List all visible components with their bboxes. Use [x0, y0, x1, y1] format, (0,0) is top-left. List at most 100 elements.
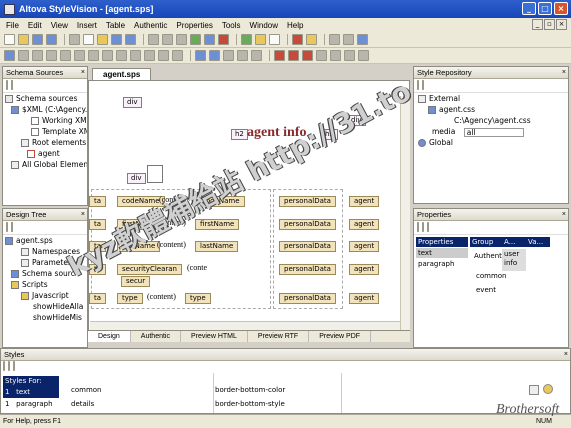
pilcrow-icon[interactable]: [176, 34, 187, 45]
add-source-icon[interactable]: [6, 80, 8, 90]
template-icon[interactable]: [190, 34, 201, 45]
type-end-tag[interactable]: type: [185, 293, 211, 304]
close-icon[interactable]: ×: [562, 67, 566, 78]
agent-tag[interactable]: agent: [349, 219, 380, 230]
menu-properties[interactable]: Properties: [176, 21, 212, 30]
grid-icon[interactable]: [18, 50, 29, 61]
agent-tag[interactable]: agent: [349, 196, 380, 207]
vertical-scrollbar[interactable]: [400, 96, 410, 330]
tree-item-agent-css[interactable]: agent.css: [418, 104, 568, 115]
group-common[interactable]: common: [474, 271, 507, 281]
tree-item-javascript[interactable]: Javascript: [5, 290, 87, 301]
stop-icon[interactable]: [218, 34, 229, 45]
table-icon[interactable]: [4, 50, 15, 61]
tree-item-function-1[interactable]: showHideAlla: [5, 301, 87, 312]
styles-target-paragraph[interactable]: 1 paragraph: [3, 399, 59, 410]
menu-file[interactable]: File: [6, 21, 19, 30]
tab-preview-rtf[interactable]: Preview RTF: [248, 331, 310, 342]
tree-item-global-elements[interactable]: All Global Elements: [5, 159, 87, 170]
join-cell-icon[interactable]: [116, 50, 127, 61]
copy-icon[interactable]: [83, 34, 94, 45]
tab-preview-html[interactable]: Preview HTML: [181, 331, 248, 342]
property-item-paragraph[interactable]: paragraph: [416, 259, 468, 269]
tree-item-external[interactable]: External: [418, 93, 568, 104]
sort-icon[interactable]: [422, 222, 424, 232]
split-cell-icon[interactable]: [130, 50, 141, 61]
close-icon[interactable]: ×: [562, 209, 566, 220]
markup-none-icon[interactable]: [316, 50, 327, 61]
close-icon[interactable]: ×: [81, 209, 85, 220]
tab-preview-pdf[interactable]: Preview PDF: [309, 331, 372, 342]
add-icon[interactable]: [6, 222, 8, 232]
insert-col-icon[interactable]: [46, 50, 57, 61]
markup-mixed-icon[interactable]: [302, 50, 313, 61]
markup-icon[interactable]: [274, 50, 285, 61]
align-middle-icon[interactable]: [158, 50, 169, 61]
media-select[interactable]: all: [463, 127, 524, 137]
save-all-icon[interactable]: [46, 34, 57, 45]
remove-source-icon[interactable]: [11, 80, 13, 90]
save-icon[interactable]: [32, 34, 43, 45]
append-col-icon[interactable]: [74, 50, 85, 61]
type-start-tag[interactable]: type: [117, 293, 143, 304]
help-icon[interactable]: [357, 34, 368, 45]
tree-item-global[interactable]: Global: [418, 137, 568, 148]
security-sub-tag[interactable]: secur: [121, 276, 151, 287]
find-icon[interactable]: [148, 34, 159, 45]
properties-icon[interactable]: [417, 222, 419, 232]
tree-item-template-xml[interactable]: Template XML: [5, 126, 87, 137]
paste-icon[interactable]: [97, 34, 108, 45]
dropdown-icon[interactable]: [529, 385, 539, 395]
align-left-icon[interactable]: [223, 50, 234, 61]
menu-edit[interactable]: Edit: [28, 21, 42, 30]
tab-design[interactable]: Design: [88, 331, 131, 342]
image-icon[interactable]: [147, 165, 163, 183]
align-right-icon[interactable]: [251, 50, 262, 61]
style-property-border-bottom-style[interactable]: border-bottom-style: [215, 399, 285, 410]
color-picker-icon[interactable]: [543, 384, 553, 394]
markup-small-icon[interactable]: [330, 50, 341, 61]
personaldata-tag[interactable]: personalData: [279, 293, 336, 304]
close-button[interactable]: ×: [554, 2, 568, 15]
field-icon[interactable]: [329, 34, 340, 45]
property-item-text[interactable]: text: [416, 248, 468, 258]
security-start-tag[interactable]: securityClearan: [117, 264, 182, 275]
personaldata-tag[interactable]: personalData: [279, 241, 336, 252]
bold-icon[interactable]: [195, 50, 206, 61]
insert-row-icon[interactable]: [32, 50, 43, 61]
styles-icon[interactable]: [3, 361, 5, 371]
mdi-restore-button[interactable]: ▫: [544, 19, 555, 30]
style-group-details[interactable]: details: [71, 399, 94, 410]
personaldata-tag[interactable]: personalData: [279, 219, 336, 230]
markup-large-icon[interactable]: [288, 50, 299, 61]
tree-item-xml-source[interactable]: $XML (C:\Agency...): [5, 104, 87, 115]
view-icon[interactable]: [204, 34, 215, 45]
validate-icon[interactable]: [241, 34, 252, 45]
align-center-icon[interactable]: [237, 50, 248, 61]
menu-tools[interactable]: Tools: [222, 21, 241, 30]
xslt-icon[interactable]: [255, 34, 266, 45]
mdi-minimize-button[interactable]: _: [532, 19, 543, 30]
lastname-end-tag[interactable]: lastName: [195, 241, 239, 252]
markup-small2-icon[interactable]: [344, 50, 355, 61]
settings-icon[interactable]: [306, 34, 317, 45]
agent-tag[interactable]: agent: [349, 241, 380, 252]
personaldata-tag[interactable]: personalData: [279, 264, 336, 275]
mdi-close-button[interactable]: ×: [556, 19, 567, 30]
menu-authentic[interactable]: Authentic: [134, 21, 167, 30]
tree-item-scripts[interactable]: Scripts: [5, 279, 87, 290]
find-next-icon[interactable]: [162, 34, 173, 45]
tree-item-working-xml[interactable]: Working XML: [5, 115, 87, 126]
firstname-end-tag[interactable]: firstName: [195, 219, 240, 230]
style-group-common[interactable]: common: [71, 385, 102, 396]
menu-view[interactable]: View: [51, 21, 68, 30]
new-file-icon[interactable]: [4, 34, 15, 45]
menu-table[interactable]: Table: [106, 21, 125, 30]
div-tag[interactable]: div: [123, 97, 142, 108]
close-icon[interactable]: ×: [564, 349, 568, 360]
sort-icon[interactable]: [13, 361, 15, 371]
delete-row-icon[interactable]: [88, 50, 99, 61]
field-tag[interactable]: ta: [89, 293, 107, 304]
align-top-icon[interactable]: [144, 50, 155, 61]
list-view-icon[interactable]: [8, 361, 10, 371]
